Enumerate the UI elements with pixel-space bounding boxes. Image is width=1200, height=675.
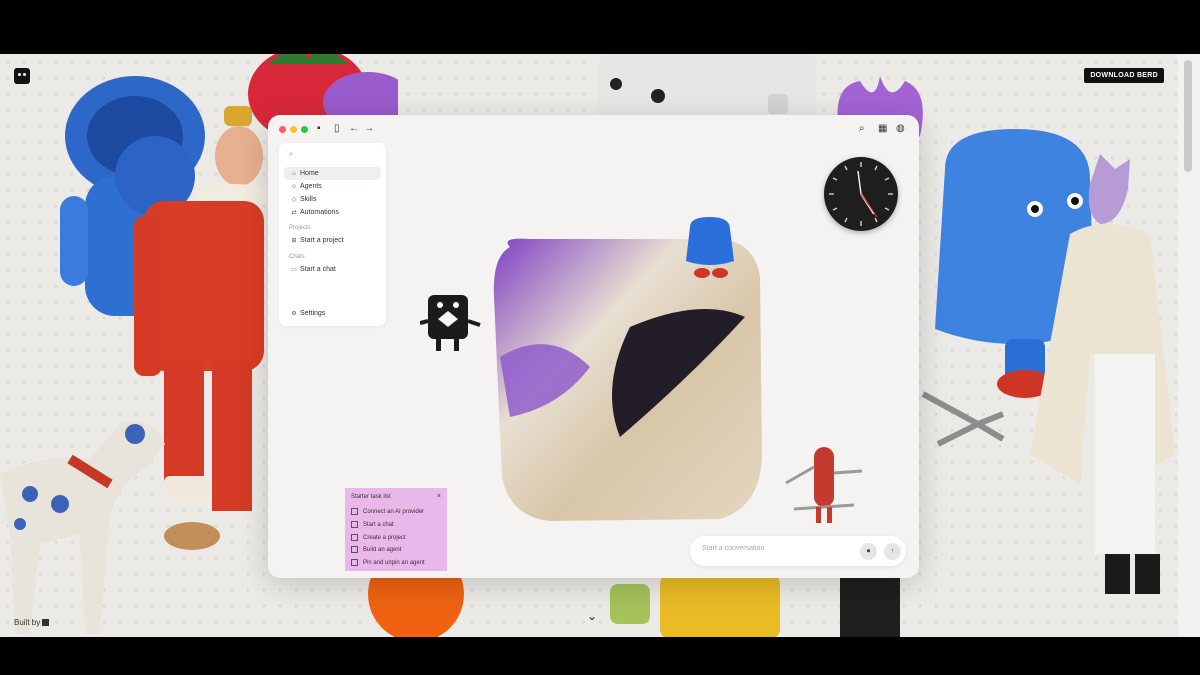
task-list-title: Starter task list	[351, 494, 391, 500]
microphone-icon[interactable]: ⏺	[860, 543, 877, 560]
app-window: ▪ ▯ ← → ⌕ ▦ ◍ ⌕ ⌂ Home ☺ Agents ◇ Skills ⇄ A…	[268, 115, 919, 578]
sidebar: ⌕ ⌂ Home ☺ Agents ◇ Skills ⇄ Automations Pro…	[279, 143, 386, 326]
clock-face	[829, 162, 893, 226]
back-arrow-icon[interactable]: ←	[349, 123, 359, 134]
knife-mini-figure	[785, 447, 863, 523]
task-checkbox[interactable]	[351, 521, 358, 528]
project-icon: ⊞	[291, 238, 297, 244]
projects-heading: Projects	[289, 225, 311, 231]
window-titlebar: ▪ ▯ ← → ⌕ ▦ ◍	[268, 115, 919, 145]
task-item[interactable]: Start a chat	[351, 521, 394, 528]
task-checkbox[interactable]	[351, 534, 358, 541]
yellow-figure	[610, 574, 900, 637]
sidebar-item-settings[interactable]: ⚙ Settings	[284, 307, 381, 320]
task-checkbox[interactable]	[351, 508, 358, 515]
settings-icon: ⚙	[291, 311, 297, 317]
sidebar-item-automations[interactable]: ⇄ Automations	[284, 206, 381, 219]
blue-jelly-mini-figure	[686, 217, 734, 278]
home-icon: ⌂	[292, 170, 296, 177]
dog-figure	[0, 421, 165, 634]
built-by-label[interactable]: Built by	[14, 618, 50, 627]
white-suit-figure	[1030, 154, 1175, 594]
sidebar-toggle-icon[interactable]: ▯	[334, 123, 340, 134]
page-scrollbar[interactable]	[1178, 54, 1200, 637]
scrollbar-thumb[interactable]	[1184, 60, 1192, 172]
sidebar-search-icon[interactable]: ⌕	[289, 151, 293, 159]
sidebar-item-skills[interactable]: ◇ Skills	[284, 193, 381, 206]
chat-icon: ▭	[291, 267, 297, 273]
skills-icon: ◇	[291, 197, 297, 203]
task-item[interactable]: Build an agent	[351, 546, 401, 553]
close-icon[interactable]: ×	[437, 493, 441, 500]
globe-icon[interactable]: ◍	[896, 123, 905, 134]
maximize-traffic-light[interactable]	[301, 126, 308, 133]
minimize-traffic-light[interactable]	[290, 126, 297, 133]
task-item[interactable]: Pin and unpin an agent	[351, 559, 425, 566]
start-chat-item[interactable]: ▭ Start a chat	[284, 263, 381, 276]
white-cube-figure	[598, 54, 816, 122]
start-project-item[interactable]: ⊞ Start a project	[284, 234, 381, 247]
background-canvas: DOWNLOAD BERD Built by ⌄ ▪ ▯ ← → ⌕ ▦ ◍ ⌕…	[0, 54, 1178, 637]
task-checkbox[interactable]	[351, 559, 358, 566]
orange-ball-figure	[368, 574, 464, 637]
conversation-input[interactable]	[702, 545, 842, 552]
logo-icon[interactable]	[14, 68, 30, 84]
forward-arrow-icon[interactable]: →	[364, 123, 374, 134]
starter-task-list: Starter task list × Connect an AI provid…	[345, 488, 447, 571]
task-item[interactable]: Connect an AI provider	[351, 508, 424, 515]
send-arrow-icon[interactable]: ↑	[884, 543, 901, 560]
sidebar-item-home[interactable]: ⌂ Home	[284, 167, 381, 180]
sidebar-item-agents[interactable]: ☺ Agents	[284, 180, 381, 193]
chats-heading: Chats	[289, 254, 305, 260]
search-icon[interactable]: ⌕	[859, 123, 865, 134]
automations-icon: ⇄	[291, 210, 297, 216]
download-button[interactable]: DOWNLOAD BERD	[1084, 68, 1164, 83]
builder-logo-icon	[42, 619, 50, 626]
grid-icon[interactable]: ▦	[878, 123, 887, 134]
chat-composer: ⏺ ↑	[690, 536, 906, 566]
black-cube-mini-figure	[420, 295, 481, 351]
close-traffic-light[interactable]	[279, 126, 286, 133]
chevron-down-icon[interactable]: ⌄	[587, 609, 597, 623]
agents-icon: ☺	[290, 183, 298, 190]
task-checkbox[interactable]	[351, 546, 358, 553]
app-logo-icon[interactable]: ▪	[317, 123, 321, 134]
analog-clock	[824, 157, 898, 231]
scissors-figure	[921, 391, 1005, 447]
task-item[interactable]: Create a project	[351, 534, 406, 541]
